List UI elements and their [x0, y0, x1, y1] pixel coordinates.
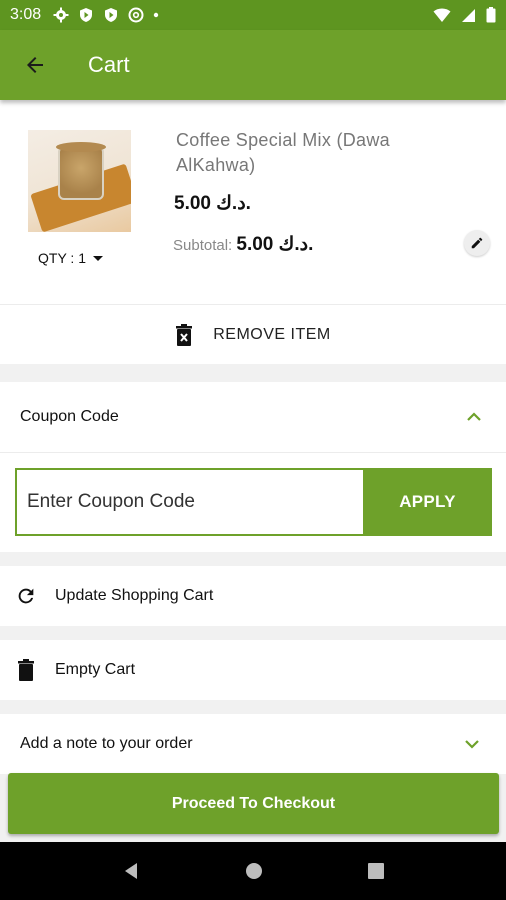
- coupon-title: Coupon Code: [20, 408, 119, 425]
- order-note-label: Add a note to your order: [20, 735, 193, 752]
- quantity-dropdown[interactable]: QTY : 1: [38, 250, 106, 266]
- arrow-left-icon: [27, 57, 43, 73]
- status-bar: 3:08: [0, 0, 506, 30]
- coupon-code-input[interactable]: Enter Coupon Code: [15, 468, 363, 536]
- coupon-placeholder: Enter Coupon Code: [27, 491, 195, 512]
- product-image[interactable]: [28, 130, 131, 232]
- divider: [0, 452, 506, 453]
- empty-cart-label: Empty Cart: [55, 661, 136, 678]
- proceed-to-checkout-button[interactable]: Proceed To Checkout: [8, 773, 499, 834]
- remove-item-button[interactable]: REMOVE ITEM: [0, 305, 506, 364]
- play-shield-icon: [80, 8, 93, 22]
- refresh-icon: [14, 584, 38, 608]
- trash-icon: [14, 658, 38, 682]
- coupon-card: Coupon Code Enter Coupon Code APPLY: [0, 382, 506, 552]
- chevron-up-icon: [467, 412, 481, 421]
- product-name[interactable]: Coffee Special Mix (Dawa AlKahwa): [176, 128, 446, 178]
- settings-gear-icon: [53, 7, 69, 23]
- coupon-header[interactable]: Coupon Code: [0, 382, 506, 452]
- trash-x-icon: [176, 323, 193, 346]
- apply-coupon-button[interactable]: APPLY: [363, 468, 492, 536]
- product-image-jar: [58, 146, 104, 200]
- product-image-jar-lid: [56, 142, 106, 152]
- app-bar: Cart: [0, 30, 506, 100]
- update-cart-label: Update Shopping Cart: [55, 587, 214, 604]
- back-button[interactable]: [0, 30, 70, 100]
- signal-icon: [462, 8, 475, 22]
- dot-icon: [153, 12, 159, 18]
- battery-icon: [486, 7, 496, 23]
- quantity-label: QTY : 1: [38, 250, 86, 266]
- wifi-icon: [433, 8, 451, 22]
- page-title: Cart: [88, 52, 130, 77]
- play-shield-icon-2: [105, 8, 118, 22]
- dropdown-triangle-icon: [92, 256, 103, 261]
- system-nav-bar: [0, 842, 506, 900]
- update-cart-button[interactable]: Update Shopping Cart: [0, 566, 506, 626]
- subtotal-row: Subtotal: 5.00 د.ك.: [173, 233, 313, 256]
- subtotal-value: 5.00 د.ك.: [236, 234, 314, 255]
- subtotal-label: Subtotal:: [173, 237, 233, 254]
- nav-back-icon[interactable]: [121, 861, 141, 881]
- pencil-icon: [471, 237, 483, 249]
- product-price: 5.00 د.ك.: [174, 193, 251, 214]
- remove-item-label: REMOVE ITEM: [213, 325, 331, 343]
- edit-item-button[interactable]: [464, 230, 490, 256]
- empty-cart-button[interactable]: Empty Cart: [0, 640, 506, 700]
- nav-recents-icon[interactable]: [367, 862, 385, 880]
- status-time: 3:08: [10, 6, 42, 23]
- order-note-row[interactable]: Add a note to your order: [0, 714, 506, 774]
- status-notification-icons: [53, 7, 159, 23]
- at-sign-icon: [128, 7, 144, 23]
- cart-item-card: QTY : 1 Coffee Special Mix (Dawa AlKahwa…: [0, 100, 506, 364]
- nav-home-icon[interactable]: [244, 861, 264, 881]
- chevron-down-icon: [465, 740, 479, 749]
